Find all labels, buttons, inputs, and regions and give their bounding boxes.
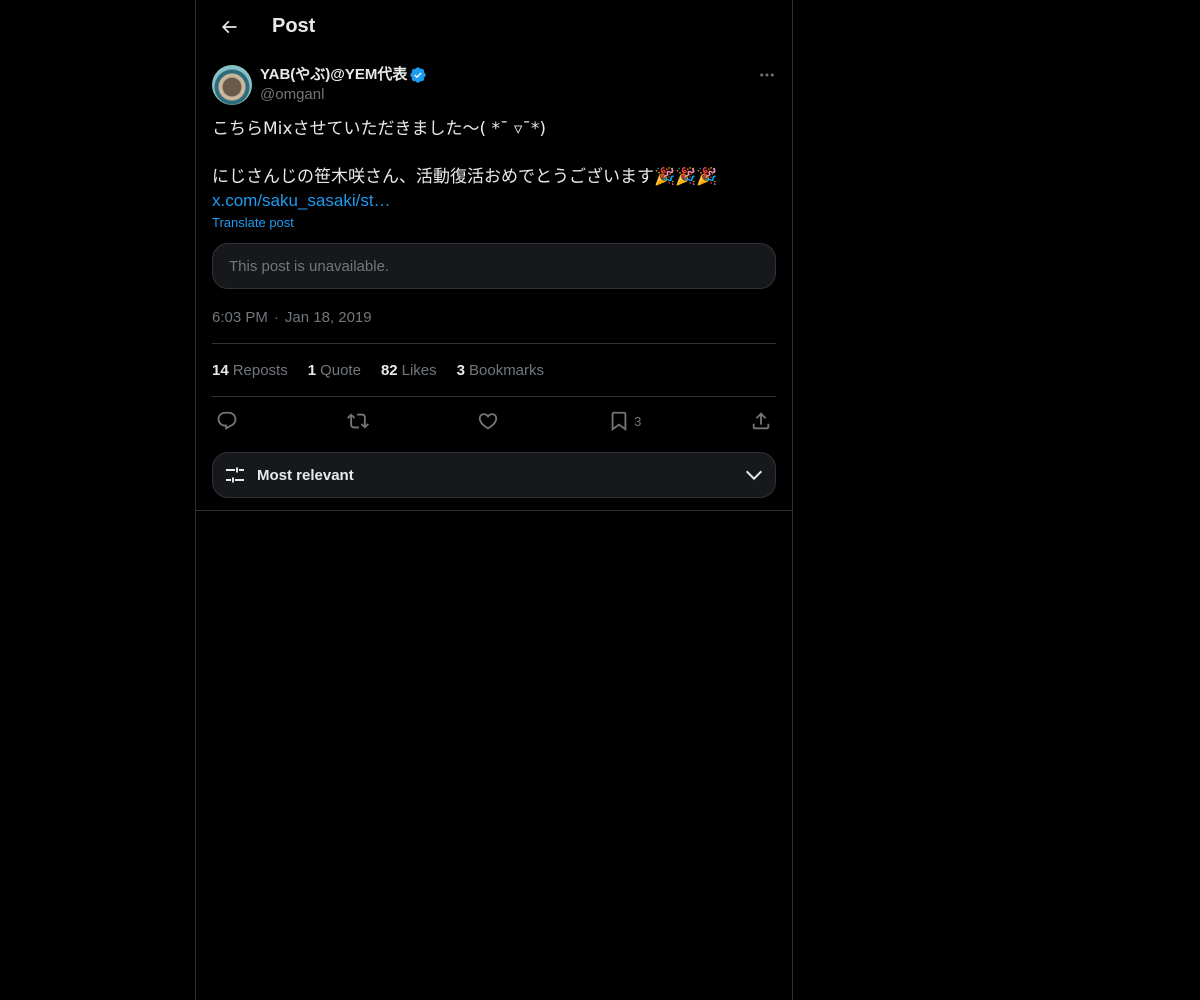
likes-label: Likes (401, 361, 437, 379)
actions-row: 3 (212, 397, 776, 445)
quotes-label: Quote (320, 361, 361, 379)
verified-badge-icon (410, 67, 427, 83)
post-text: こちらMixさせていただきました〜( *¯ ▿¯*) にじさんじの笹木咲さん、活… (212, 117, 776, 189)
author-row: YAB(やぶ)@YEM代表 @omganl (212, 65, 776, 105)
author-names: YAB(やぶ)@YEM代表 @omganl (260, 65, 742, 105)
post-text-line: にじさんじの笹木咲さん、活動復活おめでとうございます🎉🎉🎉 (212, 167, 718, 187)
reply-icon (217, 411, 237, 430)
repost-icon (346, 413, 369, 429)
post: YAB(やぶ)@YEM代表 @omganl こちらMixさせていただきました〜(… (196, 65, 792, 498)
main-column: Post YAB(やぶ)@YEM代表 @omganl こちらMixさせていただき… (195, 0, 793, 1000)
repost-button[interactable] (346, 410, 369, 432)
share-icon (752, 412, 770, 430)
likes-count: 82 (380, 361, 398, 379)
author-handle[interactable]: @omganl (260, 85, 742, 105)
more-options-button[interactable] (742, 65, 776, 85)
reply-button[interactable] (216, 410, 238, 432)
unavailable-text: This post is unavailable. (229, 257, 390, 275)
quoted-post-unavailable: This post is unavailable. (212, 243, 776, 289)
stats-row: 14 Reposts 1 Quote 82 Likes 3 Bookmarks (212, 344, 776, 397)
more-horizontal-icon (760, 73, 774, 77)
arrow-left-icon (221, 20, 237, 33)
reposts-stat[interactable]: 14 Reposts (212, 362, 288, 379)
bookmarks-stat[interactable]: 3 Bookmarks (457, 362, 544, 379)
page-title: Post (272, 15, 316, 37)
translate-post-link[interactable]: Translate post (212, 215, 294, 230)
bookmark-button[interactable]: 3 (608, 410, 641, 432)
heart-icon (479, 413, 498, 430)
section-divider (196, 510, 792, 511)
likes-stat[interactable]: 82 Likes (381, 362, 437, 379)
post-link[interactable]: x.com/saku_sasaki/st… (212, 189, 776, 213)
bookmark-icon (611, 411, 627, 432)
bookmarks-label: Bookmarks (469, 361, 545, 379)
post-date[interactable]: Jan 18, 2019 (285, 309, 372, 326)
post-text-line (212, 141, 776, 165)
bookmarks-count: 3 (456, 361, 465, 379)
reposts-count: 14 (212, 361, 229, 379)
header: Post (196, 0, 792, 53)
sort-replies-dropdown[interactable]: Most relevant (212, 452, 776, 498)
post-text-line: こちらMixさせていただきました〜( *¯ ▿¯*) (212, 119, 547, 139)
sort-label: Most relevant (257, 466, 354, 484)
sliders-icon (226, 467, 244, 483)
avatar[interactable] (212, 65, 252, 105)
like-button[interactable] (477, 410, 499, 432)
quotes-stat[interactable]: 1 Quote (308, 362, 361, 379)
bookmark-count: 3 (634, 413, 642, 429)
display-name-row: YAB(やぶ)@YEM代表 (260, 65, 742, 85)
timestamp: 6:03 PM · Jan 18, 2019 (212, 307, 776, 344)
back-button[interactable] (212, 10, 246, 44)
post-time[interactable]: 6:03 PM (212, 309, 268, 326)
share-button[interactable] (750, 410, 772, 432)
reposts-label: Reposts (232, 361, 288, 379)
quotes-count: 1 (307, 361, 317, 379)
display-name[interactable]: YAB(やぶ)@YEM代表 (260, 65, 407, 85)
chevron-down-icon (745, 470, 763, 481)
separator-dot: · (273, 308, 279, 326)
